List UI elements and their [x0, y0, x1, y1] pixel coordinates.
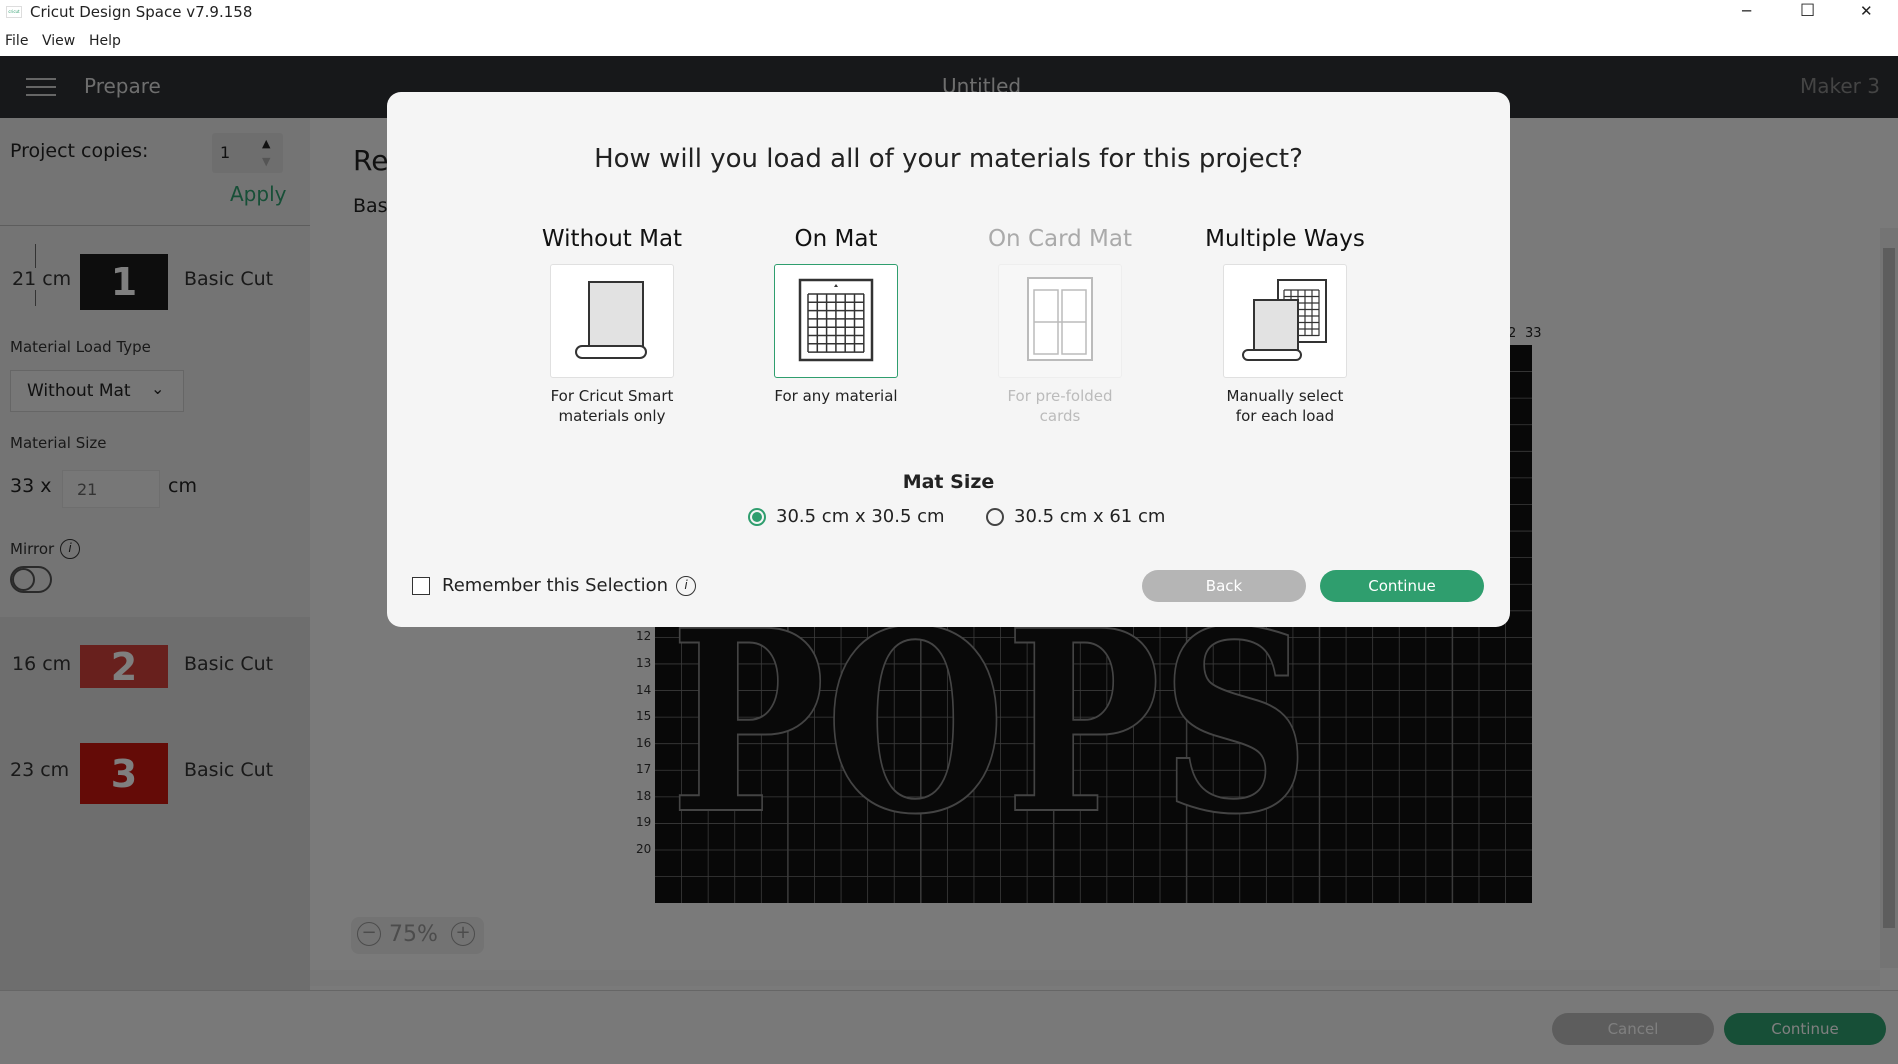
radio-label: 30.5 cm x 30.5 cm	[776, 506, 945, 527]
title-bar: cricut Cricut Design Space v7.9.158 ─ ☐ …	[0, 0, 1898, 26]
option-desc: For Cricut Smart	[550, 387, 674, 405]
menu-help[interactable]: Help	[89, 33, 121, 49]
maximize-icon[interactable]: ☐	[1800, 1, 1815, 21]
option-desc: materials only	[558, 407, 666, 425]
minimize-icon[interactable]: ─	[1742, 2, 1751, 20]
app-logo: cricut	[6, 6, 22, 18]
option-title: Multiple Ways	[1205, 226, 1365, 252]
mat-grid-icon	[796, 274, 876, 368]
option-desc: Manually select	[1226, 387, 1344, 405]
option-desc: For any material	[774, 387, 898, 405]
menu-file[interactable]: File	[5, 33, 28, 49]
checkbox-label: Remember this Selection	[442, 575, 669, 596]
option-card[interactable]	[1223, 264, 1347, 378]
remember-selection[interactable]: Remember this Selection i	[412, 575, 697, 596]
radio-unselected[interactable]	[986, 507, 1004, 526]
menu-bar: File View Help	[0, 26, 1898, 56]
option-card[interactable]	[550, 264, 674, 378]
remember-checkbox[interactable]	[412, 576, 430, 595]
mat-size-option-2[interactable]: 30.5 cm x 61 cm	[986, 506, 1165, 527]
option-card	[998, 264, 1122, 378]
load-option-multiple-ways[interactable]: Multiple Ways Manually select for each lo…	[1173, 226, 1397, 426]
radio-selected[interactable]	[748, 507, 766, 526]
load-option-on-mat[interactable]: On Mat For any material	[724, 226, 948, 406]
radio-label: 30.5 cm x 61 cm	[1014, 506, 1166, 527]
mat-size-option-1[interactable]: 30.5 cm x 30.5 cm	[748, 506, 945, 527]
dialog-title: How will you load all of your materials …	[594, 144, 1303, 174]
mat-size-label: Mat Size	[902, 471, 995, 493]
close-icon[interactable]: ✕	[1860, 2, 1873, 20]
load-type-dialog: How will you load all of your materials …	[387, 92, 1510, 627]
load-option-without-mat[interactable]: Without Mat For Cricut Smart materials on…	[500, 226, 724, 426]
option-title: Without Mat	[541, 226, 683, 252]
roll-icon	[572, 274, 652, 368]
option-desc: For pre-folded	[1007, 387, 1113, 405]
load-option-on-card-mat: On Card Mat For pre-folded cards	[948, 226, 1172, 426]
window-title: Cricut Design Space v7.9.158	[30, 3, 253, 21]
continue-button[interactable]: Continue	[1320, 570, 1484, 602]
info-icon[interactable]: i	[676, 575, 697, 596]
menu-view[interactable]: View	[42, 33, 75, 49]
multiple-icon	[1240, 274, 1330, 368]
card-mat-icon	[1020, 274, 1100, 368]
option-desc: for each load	[1235, 407, 1335, 425]
option-title: On Mat	[794, 226, 878, 252]
back-button[interactable]: Back	[1142, 570, 1306, 602]
option-card[interactable]	[774, 264, 898, 378]
option-title: On Card Mat	[987, 226, 1133, 252]
option-desc: cards	[1039, 407, 1081, 425]
